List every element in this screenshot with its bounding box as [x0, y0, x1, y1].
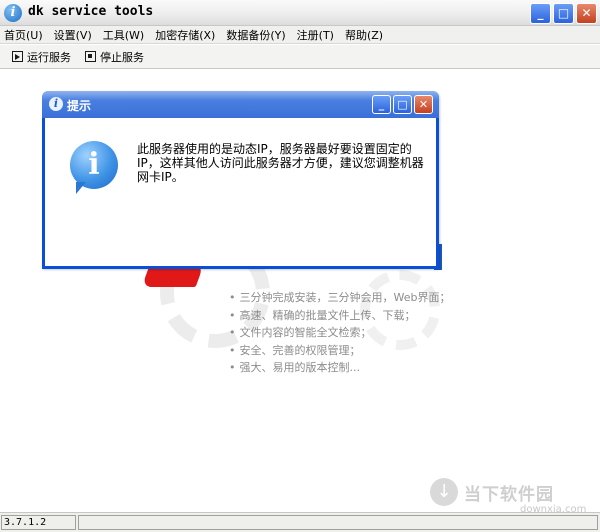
toolbar: 运行服务 停止服务 [0, 45, 600, 69]
list-item: • 安全、完善的权限管理； [229, 343, 361, 357]
play-icon [12, 51, 23, 62]
dialog-message: 此服务器使用的是动态IP，服务器最好要设置固定的IP，这样其他人访问此服务器才方… [137, 142, 424, 184]
list-item: • 强大、易用的版本控制... [229, 361, 360, 374]
dialog-info-icon: i [49, 97, 63, 111]
main-titlebar: i dk service tools _ □ ✕ [0, 0, 600, 26]
list-item: • 高速、精确的批量文件上传、下载； [229, 308, 416, 322]
dialog-close-button[interactable]: ✕ [414, 95, 433, 114]
dialog-title: 提示 [67, 99, 92, 113]
start-service-label: 运行服务 [27, 50, 71, 64]
list-item: • 文件内容的智能全文检索； [229, 326, 372, 339]
menu-data-backup[interactable]: 数据备份(Y) [226, 27, 285, 43]
menu-tools[interactable]: 工具(W) [103, 27, 144, 43]
info-bubble-tail [76, 182, 86, 194]
maximize-button[interactable]: □ [553, 3, 574, 24]
dialog-minimize-button[interactable]: _ [372, 95, 391, 114]
dialog-titlebar[interactable]: i 提示 _ □ ✕ [42, 91, 439, 118]
menu-encrypted-storage[interactable]: 加密存储(X) [155, 27, 215, 43]
status-panel [78, 515, 598, 530]
menu-home[interactable]: 首页(U) [4, 27, 43, 43]
list-item: • 三分钟完成安装，三分钟会用，Web界面； [229, 291, 451, 304]
stop-service-button[interactable]: 停止服务 [85, 49, 144, 65]
close-button[interactable]: ✕ [576, 3, 597, 24]
menu-settings[interactable]: 设置(V) [54, 27, 92, 43]
menu-register[interactable]: 注册(T) [297, 27, 334, 43]
menu-bar: 首页(U) 设置(V) 工具(W) 加密存储(X) 数据备份(Y) 注册(T) … [0, 26, 600, 44]
app-title: dk service tools [28, 4, 154, 19]
status-bar: 3.7.1.2 [0, 512, 600, 532]
app-info-icon: i [4, 4, 22, 22]
feature-list: • 三分钟完成安装，三分钟会用，Web界面； • 高速、精确的批量文件上传、下载； … [229, 289, 450, 377]
stop-service-label: 停止服务 [100, 50, 144, 64]
start-service-button[interactable]: 运行服务 [12, 49, 71, 65]
dialog-body: i 此服务器使用的是动态IP，服务器最好要设置固定的IP，这样其他人访问此服务器… [45, 118, 436, 266]
watermark-text: 当下软件园 [464, 484, 554, 505]
dialog-maximize-button[interactable]: □ [393, 95, 412, 114]
watermark: ↓ 当下软件园 [430, 478, 554, 506]
minimize-button[interactable]: _ [530, 3, 551, 24]
stop-icon [85, 51, 96, 62]
version-label: 3.7.1.2 [1, 515, 76, 530]
download-arrow-icon: ↓ [430, 478, 458, 506]
info-dialog: i 提示 _ □ ✕ i 此服务器使用的是动态IP，服务器最好要设置固定的IP，… [42, 91, 439, 269]
menu-help[interactable]: 帮助(Z) [345, 27, 383, 43]
